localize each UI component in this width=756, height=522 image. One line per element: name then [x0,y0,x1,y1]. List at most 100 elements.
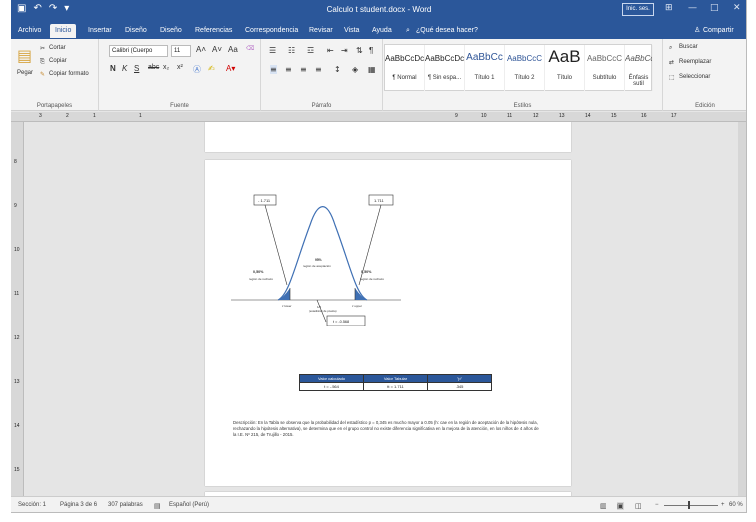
copy-icon[interactable]: ⎘ [40,58,45,66]
style-normal[interactable]: AaBbCcDc ¶ Normal [385,45,425,91]
vertical-ruler[interactable]: 8 9 10 11 12 13 14 15 [11,122,24,496]
center-percent-label: 95% [315,258,322,262]
tab-vista[interactable]: Vista [344,24,359,38]
ruler-label: 17 [671,113,677,119]
print-layout-icon[interactable]: ▣ [617,502,624,510]
style-no-spacing[interactable]: AaBbCcDc ¶ Sin espa... [425,45,465,91]
style-heading-2[interactable]: AaBbCcC Título 2 [505,45,545,91]
style-heading-1[interactable]: AaBbCc Título 1 [465,45,505,91]
numbering-icon[interactable]: ☷ [288,46,295,55]
select-icon[interactable]: ⬚ [669,74,675,81]
select-button[interactable]: Seleccionar [679,74,710,80]
close-icon[interactable]: ✕ [733,3,741,13]
find-icon[interactable]: ⌕ [669,44,672,52]
superscript-button[interactable]: x² [177,64,183,71]
replace-icon[interactable]: ⇄ [669,59,674,66]
ribbon-display-icon[interactable]: ⊞ [665,3,673,13]
share-button[interactable]: Compartir [703,24,734,38]
decrease-indent-icon[interactable]: ⇤ [327,46,334,55]
paste-icon[interactable]: ▤ [17,46,32,65]
tab-referencias[interactable]: Referencias [195,24,232,38]
borders-icon[interactable]: ▦ [368,65,376,74]
ruler-label: 12 [14,335,20,341]
web-layout-icon[interactable]: ◫ [635,502,642,510]
ruler-label: 15 [611,113,617,119]
page-status[interactable]: Página 3 de 6 [60,502,97,508]
horizontal-ruler[interactable]: 3 2 1 1 9 10 11 12 13 14 15 16 17 [11,112,746,122]
style-subtitle[interactable]: AaBbCcC Subtítulo [585,45,625,91]
shrink-font-button[interactable]: A˅ [212,45,222,54]
format-painter-icon[interactable]: ✎ [40,71,45,78]
replace-button[interactable]: Reemplazar [679,59,711,65]
cut-button[interactable]: Cortar [49,45,66,51]
ruler-label: 12 [533,113,539,119]
tell-me-input[interactable]: ¿Qué desea hacer? [416,24,478,38]
multilevel-list-icon[interactable]: ☲ [307,46,314,55]
text-effects-icon[interactable]: Ⓐ [193,64,201,75]
t-distribution-figure: - 1.711 1.711 0,50% 0,50% región de rech… [231,194,401,326]
italic-button[interactable]: K [122,64,127,73]
language-status[interactable]: Español (Perú) [169,502,209,508]
grow-font-button[interactable]: A˄ [196,45,206,54]
format-painter-button[interactable]: Copiar formato [49,71,89,77]
zoom-in-button[interactable]: + [721,502,725,508]
clear-format-icon[interactable]: ⌫ [246,45,254,52]
line-spacing-icon[interactable]: ↕ [334,65,341,74]
zoom-out-button[interactable]: − [655,502,659,508]
style-sample: AaBbCcDc [385,54,425,63]
font-size-select[interactable]: 11 [171,45,191,57]
style-name: Subtítulo [592,75,617,81]
table-row: t = -.564 tt = 1.711 .345 [299,382,492,391]
style-title[interactable]: AaB Título [545,45,585,91]
previous-page[interactable] [205,122,571,152]
align-right-icon[interactable]: ≡ [300,65,307,74]
right-critical-value: 1.711 [374,198,384,203]
document-canvas[interactable]: - 1.711 1.711 0,50% 0,50% región de rech… [25,122,746,496]
find-button[interactable]: Buscar [679,44,698,50]
sort-icon[interactable]: ⇅ [356,46,363,55]
tab-correspondencia[interactable]: Correspondencia [245,24,298,38]
zoom-slider-thumb[interactable] [688,501,690,509]
show-marks-button[interactable]: ¶ [369,46,373,55]
align-center-icon[interactable]: ≡ [285,65,292,74]
copy-button[interactable]: Copiar [49,58,67,64]
tab-diseno[interactable]: Diseño [125,24,147,38]
font-color-button[interactable]: A▾ [226,64,235,73]
font-group: Calibri (Cuerpo 11 A˄ A˅ Aa ⌫ N K S abc … [99,39,261,111]
subscript-button[interactable]: x₂ [163,64,169,71]
word-count-status[interactable]: 307 palabras [108,502,143,508]
paste-button[interactable]: Pegar [17,70,33,76]
bold-button[interactable]: N [110,64,116,73]
justify-icon[interactable]: ≡ [315,65,322,74]
underline-button[interactable]: S [134,64,139,73]
bullets-icon[interactable]: ☰ [269,46,276,55]
highlight-icon[interactable]: ✍ [208,64,215,73]
tab-ayuda[interactable]: Ayuda [372,24,392,38]
change-case-button[interactable]: Aa [228,45,238,54]
zoom-level[interactable]: 60 % [729,502,743,508]
sign-in-button[interactable]: Inic. ses. [622,3,654,16]
maximize-icon[interactable]: □ [710,3,719,13]
style-subtle-emphasis[interactable]: AaBbCcDc Énfasis sutil [625,45,653,91]
tab-inicio[interactable]: Inicio [50,24,77,38]
style-name: Énfasis sutil [628,75,649,87]
align-left-icon[interactable]: ≡ [270,65,277,74]
current-page[interactable]: - 1.711 1.711 0,50% 0,50% región de rech… [205,160,571,486]
shading-icon[interactable]: ◈ [352,65,358,74]
tab-diseno-layout[interactable]: Diseño [160,24,182,38]
tab-revisar[interactable]: Revisar [309,24,333,38]
proofing-icon[interactable]: ▤ [154,502,161,510]
font-family-select[interactable]: Calibri (Cuerpo [109,45,168,57]
paragraph-label: Párrafo [311,103,332,109]
zoom-slider[interactable] [664,505,718,506]
read-mode-icon[interactable]: ▥ [600,502,607,510]
increase-indent-icon[interactable]: ⇥ [341,46,348,55]
minimize-icon[interactable]: — [688,3,697,13]
tab-insertar[interactable]: Insertar [88,24,112,38]
vertical-scrollbar[interactable] [738,122,746,496]
cut-icon[interactable]: ✂ [40,45,45,52]
description-paragraph[interactable]: Descripción: En la Tabla se observa que … [233,420,542,438]
table-header-cell: "p" [427,374,492,383]
tab-archivo[interactable]: Archivo [18,24,41,38]
strike-button[interactable]: abc [148,64,159,71]
